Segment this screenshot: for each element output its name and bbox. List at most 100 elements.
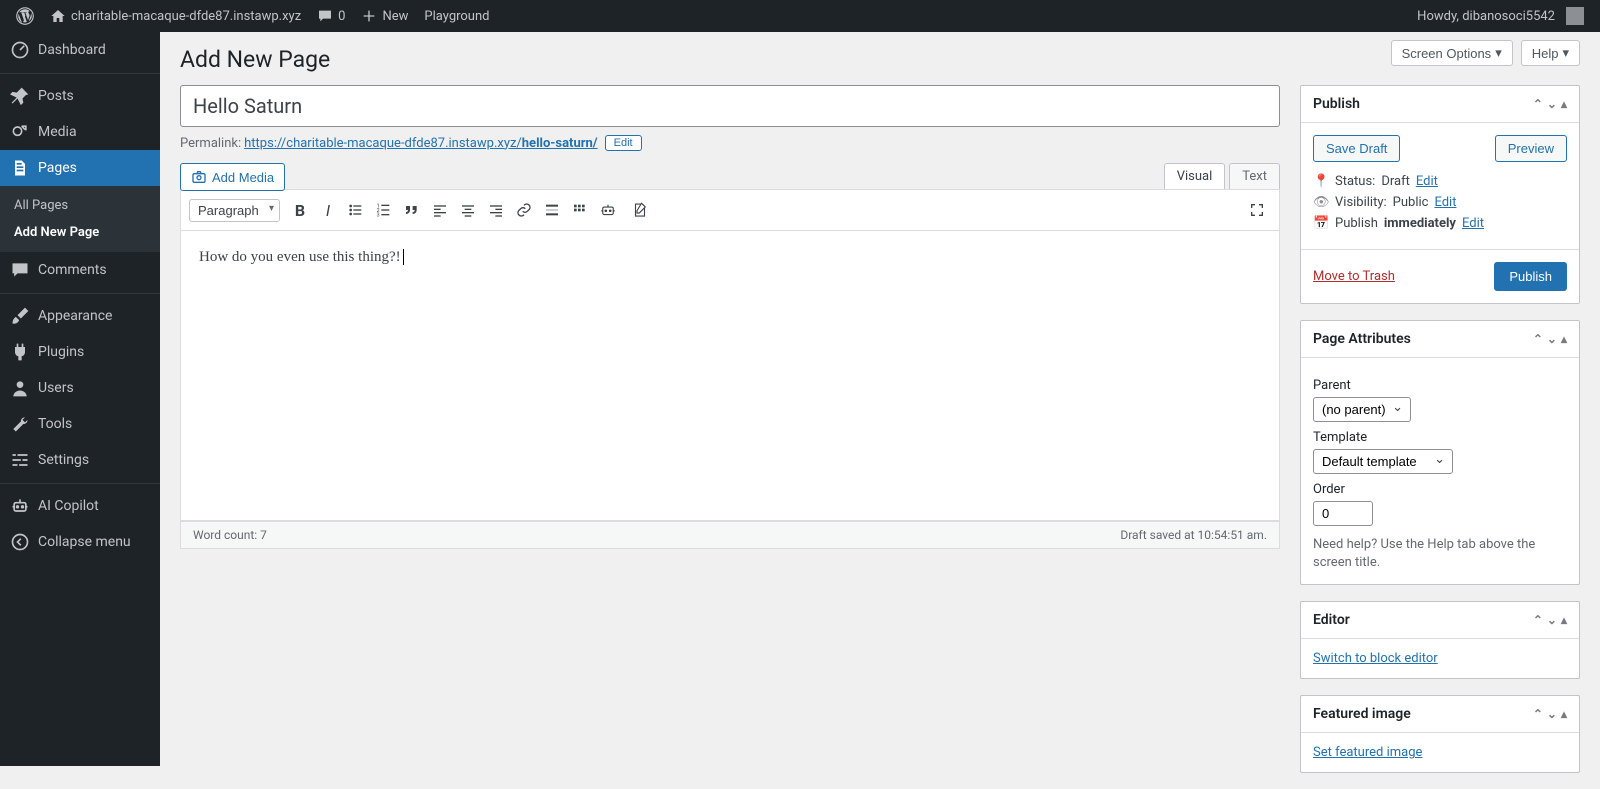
ul-icon [348,202,364,218]
parent-select[interactable]: (no parent) [1313,397,1411,422]
align-center-button[interactable] [454,196,482,224]
align-right-icon [488,202,504,218]
chevron-down-icon: ▾ [1562,45,1569,61]
permalink-edit-button[interactable]: Edit [605,135,642,151]
status-edit-link[interactable]: Edit [1416,174,1438,189]
visibility-edit-link[interactable]: Edit [1434,195,1456,210]
sidebar-item-tools[interactable]: Tools [0,406,160,442]
parent-label: Parent [1313,378,1567,393]
align-right-button[interactable] [482,196,510,224]
toggle-icon[interactable]: ▴ [1561,707,1567,721]
sidebar-item-users[interactable]: Users [0,370,160,406]
screen-options-button[interactable]: Screen Options ▾ [1391,40,1513,66]
sidebar-sub-add-new[interactable]: Add New Page [0,219,160,246]
bold-button[interactable]: B [286,196,314,224]
template-select[interactable]: Default template [1313,449,1453,474]
admin-bar: charitable-macaque-dfde87.instawp.xyz 0 … [0,0,1600,32]
add-media-button[interactable]: Add Media [180,163,285,191]
save-draft-button[interactable]: Save Draft [1313,135,1400,162]
new-link[interactable]: New [353,0,416,32]
robot-button[interactable] [594,196,622,224]
sidebar-item-plugins[interactable]: Plugins [0,334,160,370]
plugin-icon [10,342,30,362]
sidebar-item-ai-copilot[interactable]: AI Copilot [0,488,160,524]
comments-link[interactable]: 0 [309,0,353,32]
move-to-trash-link[interactable]: Move to Trash [1313,269,1395,284]
move-down-icon[interactable]: ⌄ [1547,97,1557,111]
comment-icon [317,8,333,24]
readmore-icon [544,202,560,218]
toggle-icon[interactable]: ▴ [1561,332,1567,346]
howdy-link[interactable]: Howdy, dibanosoci5542 [1409,0,1592,32]
editor-body[interactable]: How do you even use this thing?! [180,231,1280,521]
template-label: Template [1313,430,1567,445]
admin-sidebar: Dashboard Posts Media Pages All Pages Ad… [0,32,160,766]
sidebar-item-dashboard[interactable]: Dashboard [0,32,160,68]
robot-icon [599,201,617,219]
toolbar-toggle-button[interactable] [566,196,594,224]
permalink-link[interactable]: https://charitable-macaque-dfde87.instaw… [244,136,597,151]
sidebar-item-posts[interactable]: Posts [0,78,160,114]
sidebar-item-label: Plugins [38,344,84,360]
comment-icon [10,260,30,280]
title-input[interactable] [180,85,1280,127]
editor-toolbar: Paragraph B I 123 [180,189,1280,231]
permalink-label: Permalink: [180,136,241,151]
howdy-text: Howdy, dibanosoci5542 [1417,9,1555,24]
move-up-icon[interactable]: ⌃ [1533,613,1543,627]
toggle-icon[interactable]: ▴ [1561,613,1567,627]
publish-button[interactable]: Publish [1494,262,1567,291]
sidebar-item-collapse[interactable]: Collapse menu [0,524,160,560]
key-icon: 📍 [1313,174,1329,189]
ol-icon: 123 [376,202,392,218]
quote-icon [404,202,420,218]
move-down-icon[interactable]: ⌄ [1547,707,1557,721]
user-icon [10,378,30,398]
move-up-icon[interactable]: ⌃ [1533,707,1543,721]
postbox-title: Page Attributes [1313,331,1411,347]
switch-block-editor-link[interactable]: Switch to block editor [1313,651,1438,666]
quote-button[interactable] [398,196,426,224]
sidebar-item-settings[interactable]: Settings [0,442,160,478]
sidebar-item-label: Settings [38,452,89,468]
format-select[interactable]: Paragraph [189,199,280,222]
readmore-button[interactable] [538,196,566,224]
fullscreen-button[interactable] [1243,196,1271,224]
number-list-button[interactable]: 123 [370,196,398,224]
bullet-list-button[interactable] [342,196,370,224]
site-link[interactable]: charitable-macaque-dfde87.instawp.xyz [42,0,309,32]
dashboard-icon [10,40,30,60]
postbox-title: Publish [1313,96,1360,112]
toggle-icon[interactable]: ▴ [1561,97,1567,111]
editor-text: How do you even use this thing?! [199,249,404,265]
site-name: charitable-macaque-dfde87.instawp.xyz [71,9,301,24]
move-down-icon[interactable]: ⌄ [1547,332,1557,346]
move-down-icon[interactable]: ⌄ [1547,613,1557,627]
playground-link[interactable]: Playground [416,0,497,32]
postbox-publish: Publish ⌃⌄▴ Save Draft Preview 📍Status: … [1300,85,1580,304]
italic-button[interactable]: I [314,196,342,224]
sidebar-item-pages[interactable]: Pages [0,150,160,186]
wrench-icon [10,414,30,434]
move-up-icon[interactable]: ⌃ [1533,332,1543,346]
tab-text[interactable]: Text [1229,163,1280,189]
eye-icon: 👁 [1313,195,1329,210]
publish-edit-link[interactable]: Edit [1462,216,1484,231]
sidebar-sub-all-pages[interactable]: All Pages [0,192,160,219]
sidebar-item-comments[interactable]: Comments [0,252,160,288]
tab-visual[interactable]: Visual [1164,163,1226,189]
move-up-icon[interactable]: ⌃ [1533,97,1543,111]
sidebar-item-media[interactable]: Media [0,114,160,150]
preview-button[interactable]: Preview [1495,135,1567,162]
playground-label: Playground [424,9,489,24]
attributes-help-text: Need help? Use the Help tab above the sc… [1313,536,1567,572]
align-left-button[interactable] [426,196,454,224]
wp-logo[interactable] [8,0,42,32]
sidebar-item-appearance[interactable]: Appearance [0,298,160,334]
order-input[interactable] [1313,501,1373,526]
link-button[interactable] [510,196,538,224]
set-featured-image-link[interactable]: Set featured image [1313,745,1422,760]
help-button[interactable]: Help ▾ [1521,40,1580,66]
sidebar-item-label: Appearance [38,308,112,324]
edit-button[interactable] [626,196,654,224]
